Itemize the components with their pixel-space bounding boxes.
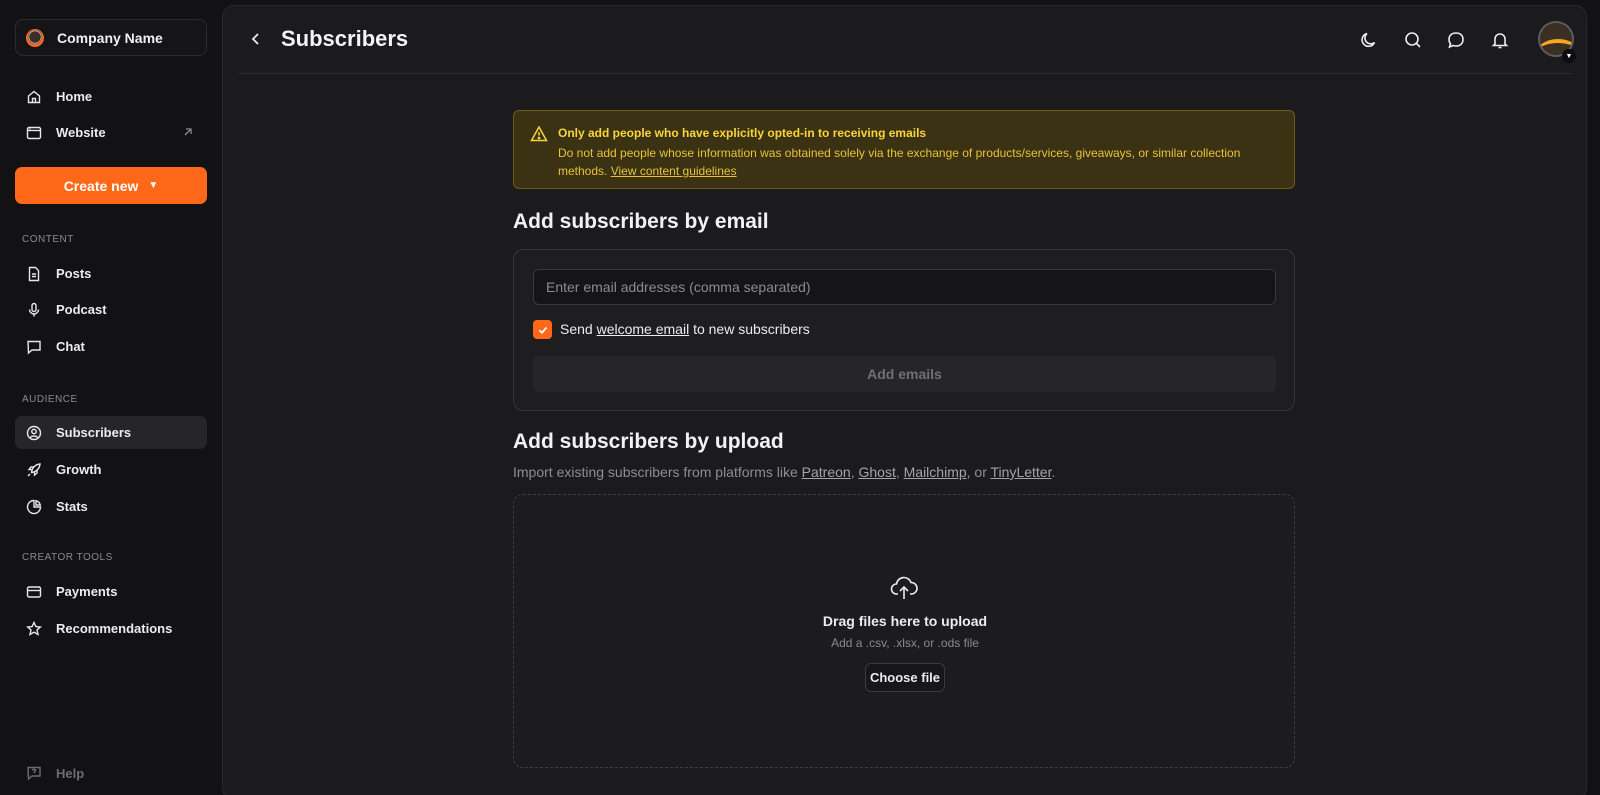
upload-section-heading: Add subscribers by upload	[513, 430, 784, 453]
sidebar-item-label: Payments	[56, 584, 118, 599]
choose-file-button[interactable]: Choose file	[865, 663, 945, 692]
email-addresses-input[interactable]	[533, 269, 1276, 305]
file-dropzone[interactable]: Drag files here to upload Add a .csv, .x…	[513, 494, 1295, 768]
add-emails-button[interactable]: Add emails	[533, 356, 1276, 392]
page-title: Subscribers	[281, 26, 409, 51]
help-link[interactable]: Help	[26, 765, 84, 781]
search-icon[interactable]	[1403, 30, 1423, 50]
checkmark-icon	[538, 326, 547, 334]
alert-body: Do not add people whose information was …	[558, 144, 1278, 180]
company-switcher[interactable]: Company Name	[15, 19, 207, 56]
microphone-icon	[26, 302, 42, 318]
checkbox-suffix: to new subscribers	[693, 321, 810, 337]
sidebar-item-website[interactable]: Website	[15, 116, 207, 149]
top-bar: Subscribers ▼	[239, 6, 1576, 74]
sidebar-item-growth[interactable]: Growth	[15, 453, 207, 486]
sidebar-item-label: Chat	[56, 339, 85, 354]
warning-alert: Only add people who have explicitly opte…	[513, 110, 1295, 189]
rocket-icon	[26, 462, 42, 478]
sidebar-item-label: Recommendations	[56, 621, 173, 636]
external-link-icon	[184, 128, 192, 136]
sidebar-item-label: Stats	[56, 499, 88, 514]
sidebar-item-home[interactable]: Home	[15, 80, 207, 113]
sidebar-item-label: Podcast	[56, 302, 107, 317]
sidebar-item-label: Home	[56, 89, 93, 104]
warning-triangle-icon	[530, 125, 548, 142]
section-label-creator-tools: CREATOR TOOLS	[22, 552, 113, 563]
sidebar-item-posts[interactable]: Posts	[15, 257, 207, 290]
sidebar-item-stats[interactable]: Stats	[15, 490, 207, 523]
cloud-upload-icon	[890, 576, 918, 599]
back-arrow-icon[interactable]	[247, 30, 265, 48]
sidebar-item-chat[interactable]: Chat	[15, 330, 207, 363]
sidebar-item-label: Posts	[56, 266, 92, 281]
tinyletter-link[interactable]: TinyLetter	[991, 464, 1052, 480]
help-icon	[27, 766, 41, 781]
pie-chart-icon	[26, 499, 42, 515]
upload-desc-prefix: Import existing subscribers from platfor…	[513, 464, 798, 480]
home-icon	[26, 89, 42, 105]
message-icon[interactable]	[1446, 30, 1466, 50]
company-name: Company Name	[57, 29, 163, 46]
create-new-button[interactable]: Create new ▼	[15, 167, 207, 204]
sidebar-item-label: Growth	[56, 462, 102, 477]
email-section-heading: Add subscribers by email	[513, 210, 769, 233]
dropzone-title: Drag files here to upload	[822, 613, 988, 629]
main-panel: Subscribers ▼ Only add people who have e…	[222, 5, 1587, 795]
section-label-content: CONTENT	[22, 234, 74, 245]
credit-card-icon	[26, 584, 42, 600]
ghost-link[interactable]: Ghost	[858, 464, 895, 480]
section-label-audience: AUDIENCE	[22, 394, 78, 405]
sidebar-item-label: Website	[56, 125, 106, 140]
patreon-link[interactable]: Patreon	[802, 464, 851, 480]
moon-icon[interactable]	[1359, 30, 1379, 50]
welcome-email-checkbox[interactable]	[533, 320, 552, 339]
create-new-label: Create new	[63, 177, 139, 194]
dropzone-subtitle: Add a .csv, .xlsx, or .ods file	[831, 636, 979, 650]
help-label: Help	[56, 765, 85, 781]
sidebar-item-podcast[interactable]: Podcast	[15, 293, 207, 326]
star-icon	[26, 620, 42, 637]
mailchimp-link[interactable]: Mailchimp	[904, 464, 967, 480]
document-icon	[26, 266, 42, 282]
upload-description: Import existing subscribers from platfor…	[513, 464, 1056, 480]
company-logo-icon	[26, 28, 44, 47]
content-guidelines-link[interactable]: View content guidelines	[611, 164, 737, 178]
welcome-email-label: Send welcome email to new subscribers	[560, 321, 810, 337]
alert-title: Only add people who have explicitly opte…	[558, 126, 927, 140]
browser-window-icon	[26, 125, 42, 141]
sidebar-item-recommendations[interactable]: Recommendations	[15, 612, 207, 645]
avatar-caret-icon[interactable]: ▼	[1562, 49, 1576, 63]
email-card: Send welcome email to new subscribers Ad…	[513, 249, 1295, 411]
welcome-email-link[interactable]: welcome email	[597, 321, 690, 337]
sidebar: Company Name Home Website Create new ▼ C…	[0, 0, 222, 795]
sidebar-item-payments[interactable]: Payments	[15, 575, 207, 608]
sidebar-item-label: Subscribers	[56, 425, 132, 440]
chat-bubble-icon	[26, 339, 42, 355]
app: Company Name Home Website Create new ▼ C…	[0, 0, 1600, 795]
checkbox-prefix: Send	[560, 321, 593, 337]
bell-icon[interactable]	[1490, 30, 1510, 50]
sidebar-item-subscribers[interactable]: Subscribers	[15, 416, 207, 449]
user-circle-icon	[26, 425, 42, 441]
caret-down-icon: ▼	[148, 180, 159, 191]
